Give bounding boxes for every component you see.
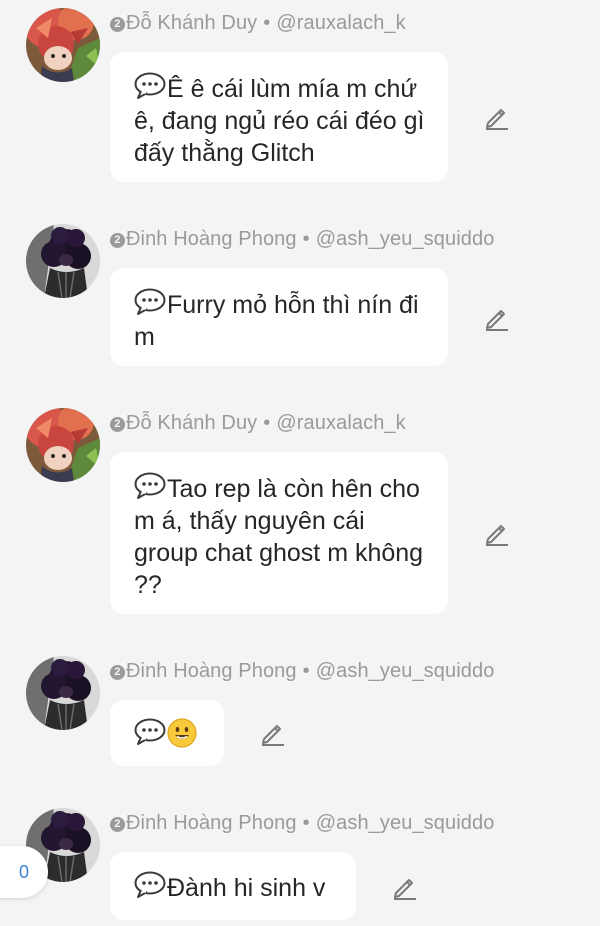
message-bubble[interactable]: Furry mỏ hỗn thì nín đi m: [110, 268, 448, 366]
author-name[interactable]: Đinh Hoàng Phong: [126, 812, 297, 834]
pencil-icon[interactable]: [392, 874, 418, 900]
message-text: Đành hi sinh v: [167, 874, 326, 902]
level-badge: 2: [110, 17, 125, 32]
level-badge: 2: [110, 665, 125, 680]
level-badge: 2: [110, 817, 125, 832]
message-bubble[interactable]: Tao rep là còn hên cho m á, thấy nguyên …: [110, 452, 448, 614]
author-name[interactable]: Đỗ Khánh Duy: [126, 412, 257, 434]
speech-balloon-icon: [134, 72, 166, 100]
speech-balloon-icon: [134, 288, 166, 316]
separator: •: [302, 660, 310, 682]
author-name[interactable]: Đinh Hoàng Phong: [126, 228, 297, 250]
avatar[interactable]: [26, 656, 100, 730]
author-name[interactable]: Đỗ Khánh Duy: [126, 12, 257, 34]
separator: •: [263, 12, 271, 34]
dark-hair-avatar-icon: [26, 224, 100, 298]
slightly-smiling-face-icon: [167, 718, 197, 748]
message-meta: 2 Đỗ Khánh Duy • @rauxalach_k: [110, 412, 406, 435]
avatar[interactable]: [26, 224, 100, 298]
pencil-icon[interactable]: [484, 520, 510, 546]
red-hair-avatar-icon: [26, 408, 100, 482]
message-meta: 2 Đinh Hoàng Phong • @ash_yeu_squiddo: [110, 812, 494, 835]
pencil-icon[interactable]: [484, 305, 510, 331]
speech-balloon-icon: [134, 871, 166, 899]
separator: •: [302, 812, 310, 834]
message-text: Tao rep là còn hên cho m á, thấy nguyên …: [134, 475, 424, 599]
message-bubble[interactable]: Đành hi sinh v: [110, 852, 356, 920]
red-hair-avatar-icon: [26, 8, 100, 82]
counter-badge[interactable]: 0: [0, 846, 48, 898]
author-handle[interactable]: @ash_yeu_squiddo: [316, 660, 495, 682]
message-text: Furry mỏ hỗn thì nín đi m: [134, 291, 419, 351]
author-handle[interactable]: @ash_yeu_squiddo: [316, 228, 495, 250]
level-badge: 2: [110, 417, 125, 432]
message-meta: 2 Đinh Hoàng Phong • @ash_yeu_squiddo: [110, 660, 494, 683]
pencil-icon[interactable]: [260, 720, 286, 746]
level-badge: 2: [110, 233, 125, 248]
dark-hair-avatar-icon: [26, 656, 100, 730]
speech-balloon-icon: [134, 718, 166, 746]
avatar[interactable]: [26, 8, 100, 82]
author-handle[interactable]: @ash_yeu_squiddo: [316, 812, 495, 834]
message-bubble[interactable]: Ê ê cái lùm mía m chứ ê, đang ngủ réo cá…: [110, 52, 448, 182]
pencil-icon[interactable]: [484, 104, 510, 130]
message-bubble[interactable]: [110, 700, 224, 766]
author-handle[interactable]: @rauxalach_k: [276, 412, 405, 434]
message-meta: 2 Đỗ Khánh Duy • @rauxalach_k: [110, 12, 406, 35]
separator: •: [302, 228, 310, 250]
message-text: Ê ê cái lùm mía m chứ ê, đang ngủ réo cá…: [134, 75, 425, 167]
author-handle[interactable]: @rauxalach_k: [276, 12, 405, 34]
avatar[interactable]: [26, 408, 100, 482]
speech-balloon-icon: [134, 472, 166, 500]
separator: •: [263, 412, 271, 434]
message-meta: 2 Đinh Hoàng Phong • @ash_yeu_squiddo: [110, 228, 494, 251]
author-name[interactable]: Đinh Hoàng Phong: [126, 660, 297, 682]
